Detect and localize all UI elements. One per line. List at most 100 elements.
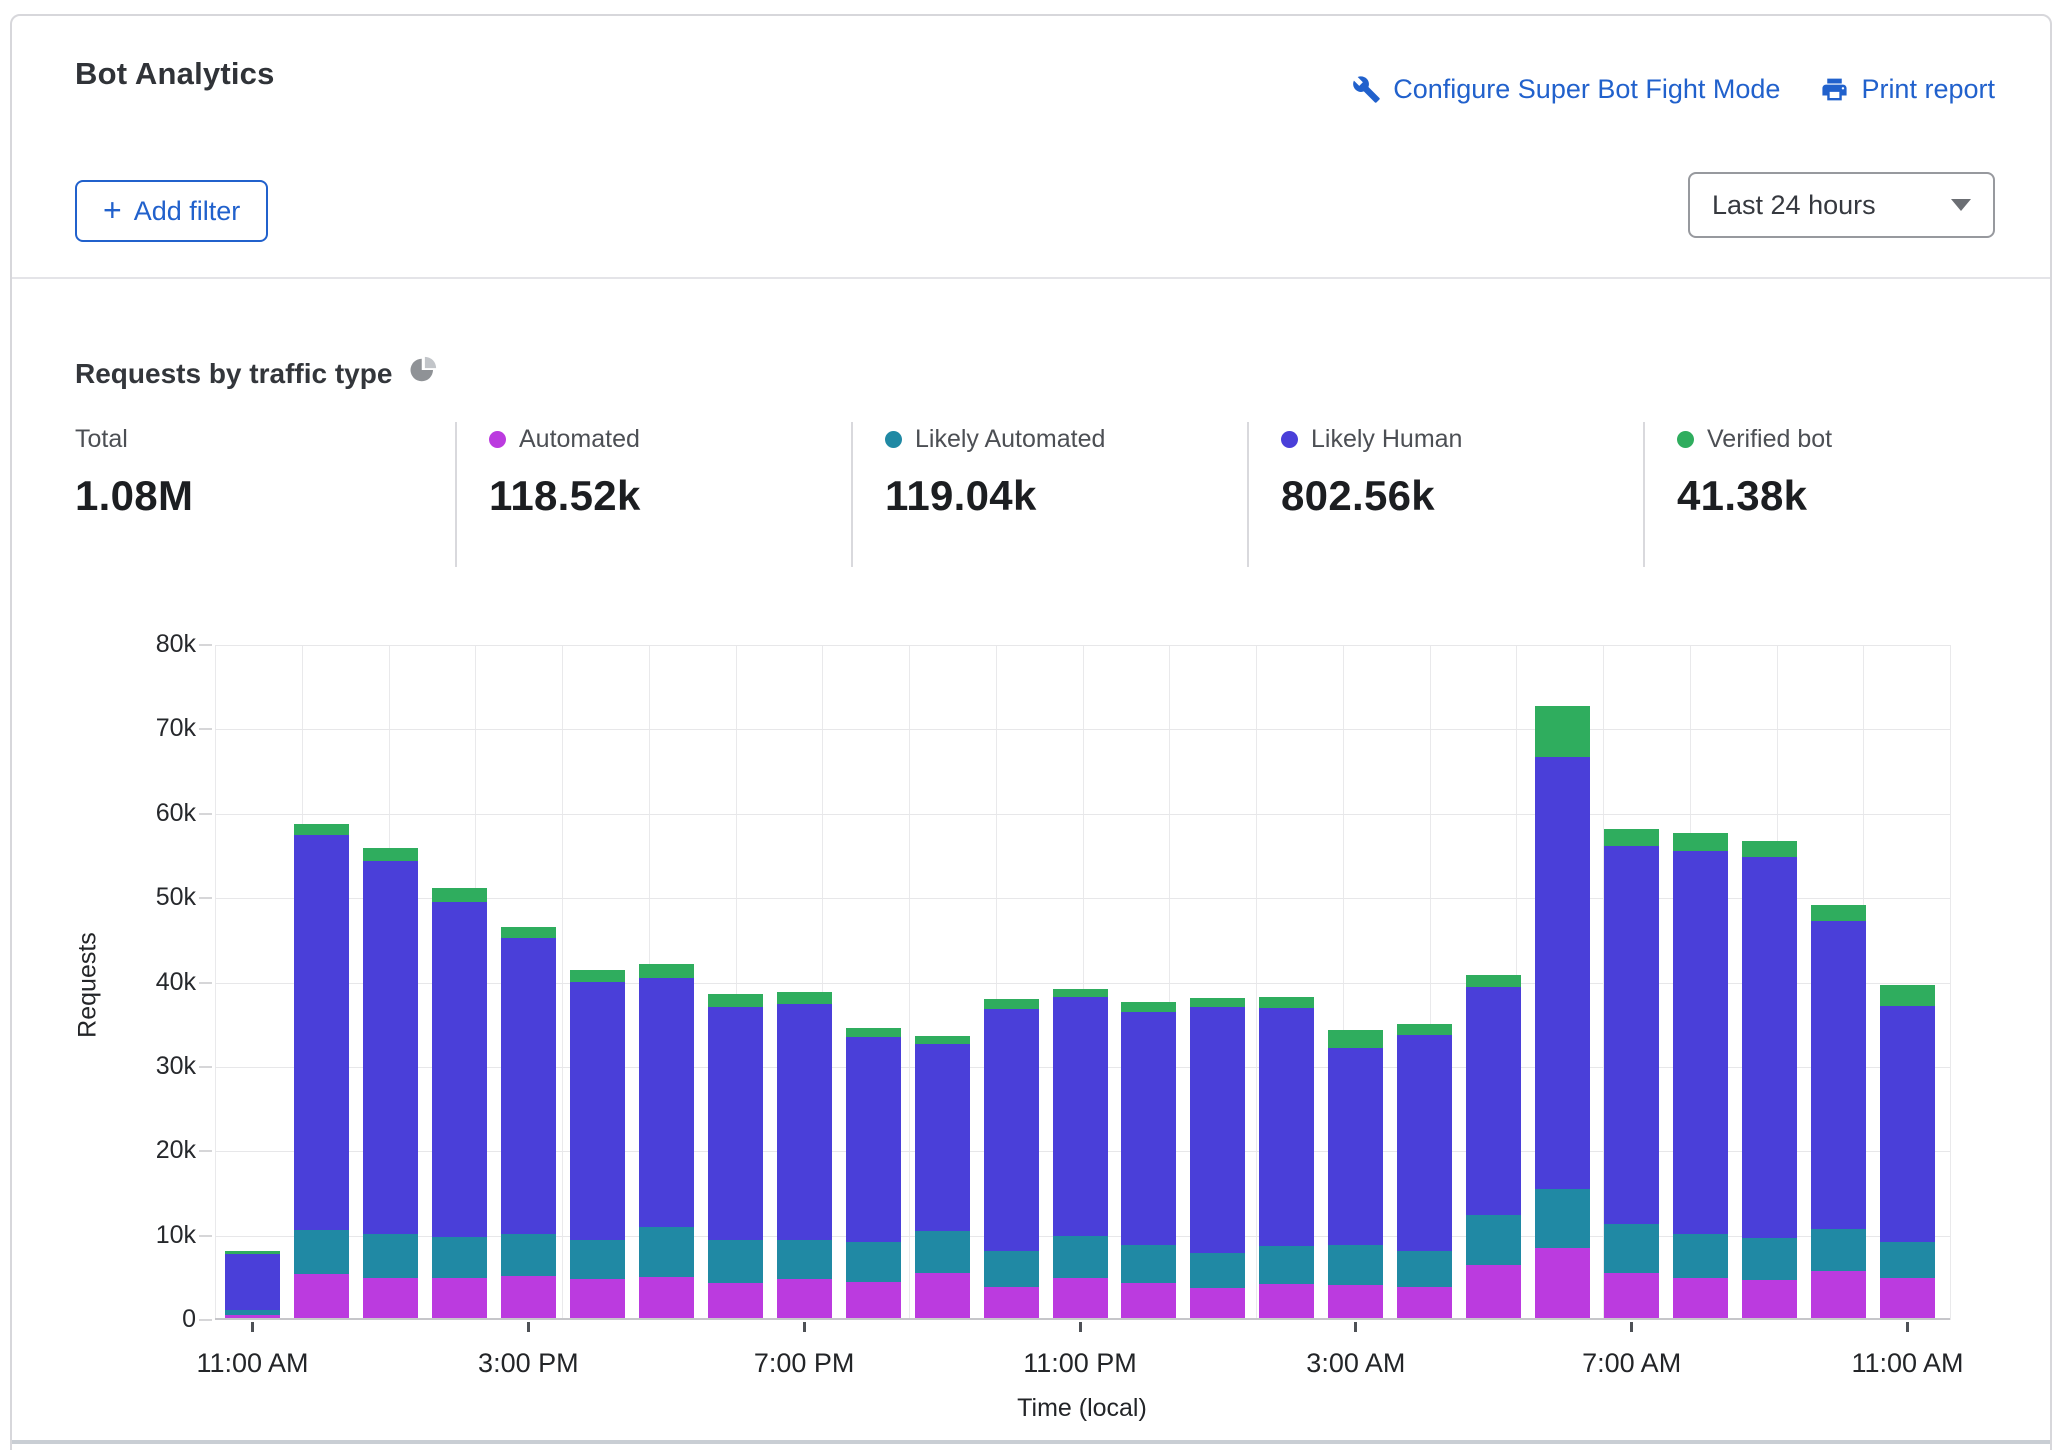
bar-segment-automated <box>1053 1278 1108 1319</box>
gridline-vertical <box>1950 645 1951 1320</box>
configure-link-label: Configure Super Bot Fight Mode <box>1393 74 1780 105</box>
y-tick <box>199 897 212 899</box>
bar-4-00-am[interactable] <box>1397 1024 1452 1318</box>
printer-icon <box>1820 75 1849 104</box>
bar-4-00-pm[interactable] <box>570 970 625 1318</box>
y-tick-label: 50k <box>0 883 196 912</box>
bar-11-00-am[interactable] <box>225 1251 280 1318</box>
bar-segment-likely-human <box>846 1037 901 1242</box>
bar-segment-verified-bot <box>1053 989 1108 997</box>
bar-segment-verified-bot <box>1190 998 1245 1006</box>
stat-verified-bot: Verified bot 41.38k <box>1677 425 1832 520</box>
bar-segment-automated <box>570 1279 625 1318</box>
bar-9-00-pm[interactable] <box>915 1036 970 1318</box>
y-tick <box>199 813 212 815</box>
bar-segment-verified-bot <box>1328 1030 1383 1048</box>
bar-1-00-pm[interactable] <box>363 848 418 1318</box>
bar-7-00-pm[interactable] <box>777 992 832 1318</box>
x-tick-label: 11:00 AM <box>123 1348 383 1379</box>
bar-3-00-pm[interactable] <box>501 927 556 1319</box>
bar-segment-likely-automated <box>1604 1224 1659 1274</box>
verified-bot-dot <box>1677 431 1694 448</box>
bar-11-00-pm[interactable] <box>1053 989 1108 1318</box>
stat-divider <box>1247 422 1249 567</box>
gridline-horizontal <box>215 729 1950 730</box>
bar-segment-automated <box>1673 1278 1728 1319</box>
bar-12-00-pm[interactable] <box>294 824 349 1318</box>
bar-segment-automated <box>1604 1273 1659 1318</box>
bar-segment-likely-human <box>1742 857 1797 1238</box>
bar-segment-automated <box>363 1278 418 1319</box>
automated-dot <box>489 431 506 448</box>
bar-segment-verified-bot <box>225 1251 280 1254</box>
bar-segment-likely-automated <box>984 1251 1039 1287</box>
print-report-link[interactable]: Print report <box>1820 74 1995 105</box>
time-range-value: Last 24 hours <box>1712 190 1876 221</box>
bar-segment-likely-human <box>1121 1012 1176 1245</box>
bar-segment-verified-bot <box>1673 833 1728 852</box>
wrench-icon <box>1352 75 1381 104</box>
stat-divider <box>455 422 457 567</box>
bar-3-00-am[interactable] <box>1328 1030 1383 1318</box>
bar-10-00-am[interactable] <box>1811 905 1866 1318</box>
bar-2-00-am[interactable] <box>1259 997 1314 1318</box>
bar-segment-verified-bot <box>1604 829 1659 846</box>
bar-segment-likely-automated <box>1190 1253 1245 1288</box>
bar-5-00-am[interactable] <box>1466 975 1521 1318</box>
bar-10-00-pm[interactable] <box>984 999 1039 1318</box>
bottom-divider <box>12 1440 2050 1444</box>
bar-7-00-am[interactable] <box>1604 829 1659 1318</box>
bar-segment-automated <box>501 1276 556 1318</box>
bar-11-00-am[interactable] <box>1880 985 1935 1318</box>
add-filter-button[interactable]: + Add filter <box>75 180 268 242</box>
header-actions: Configure Super Bot Fight Mode Print rep… <box>1352 74 1995 105</box>
x-tick-label: 7:00 AM <box>1502 1348 1762 1379</box>
likely-automated-dot <box>885 431 902 448</box>
bar-segment-likely-human <box>1259 1008 1314 1247</box>
section-title-label: Requests by traffic type <box>75 358 392 390</box>
bar-6-00-pm[interactable] <box>708 994 763 1318</box>
bar-segment-verified-bot <box>570 970 625 983</box>
chevron-down-icon <box>1951 199 1971 211</box>
bar-segment-likely-automated <box>225 1310 280 1315</box>
bar-1-00-am[interactable] <box>1190 998 1245 1318</box>
bar-6-00-am[interactable] <box>1535 706 1590 1318</box>
bar-8-00-am[interactable] <box>1673 833 1728 1318</box>
bar-segment-likely-human <box>225 1254 280 1310</box>
x-tick-label: 7:00 PM <box>674 1348 934 1379</box>
bar-segment-automated <box>846 1282 901 1318</box>
y-tick-label: 60k <box>0 799 196 828</box>
bar-5-00-pm[interactable] <box>639 964 694 1318</box>
bar-segment-likely-automated <box>846 1242 901 1282</box>
bar-segment-likely-automated <box>639 1227 694 1277</box>
bar-segment-likely-human <box>363 861 418 1234</box>
y-tick-label: 70k <box>0 714 196 743</box>
bar-8-00-pm[interactable] <box>846 1028 901 1318</box>
bar-segment-verified-bot <box>1880 985 1935 1006</box>
bar-2-00-pm[interactable] <box>432 888 487 1318</box>
bar-segment-automated <box>1397 1287 1452 1318</box>
y-tick-label: 30k <box>0 1052 196 1081</box>
stacked-bar-chart <box>215 645 1950 1320</box>
bar-segment-likely-human <box>1466 987 1521 1215</box>
bar-segment-automated <box>1535 1248 1590 1318</box>
bar-segment-likely-human <box>915 1044 970 1231</box>
stat-likely-automated: Likely Automated 119.04k <box>885 425 1105 520</box>
bar-segment-likely-human <box>984 1009 1039 1250</box>
bar-segment-automated <box>639 1277 694 1318</box>
bar-segment-automated <box>432 1278 487 1318</box>
bar-segment-automated <box>1466 1265 1521 1318</box>
bar-segment-verified-bot <box>1535 706 1590 757</box>
x-tick <box>803 1322 806 1332</box>
bar-segment-likely-human <box>1604 846 1659 1224</box>
header-divider <box>12 277 2050 279</box>
bar-segment-likely-human <box>1328 1048 1383 1245</box>
y-tick-label: 80k <box>0 630 196 659</box>
bar-12-00-am[interactable] <box>1121 1002 1176 1318</box>
bar-9-00-am[interactable] <box>1742 841 1797 1318</box>
x-tick <box>1906 1322 1909 1332</box>
configure-super-bot-fight-mode-link[interactable]: Configure Super Bot Fight Mode <box>1352 74 1780 105</box>
bar-segment-automated <box>294 1274 349 1318</box>
time-range-select[interactable]: Last 24 hours <box>1688 172 1995 238</box>
plus-icon: + <box>103 194 122 226</box>
